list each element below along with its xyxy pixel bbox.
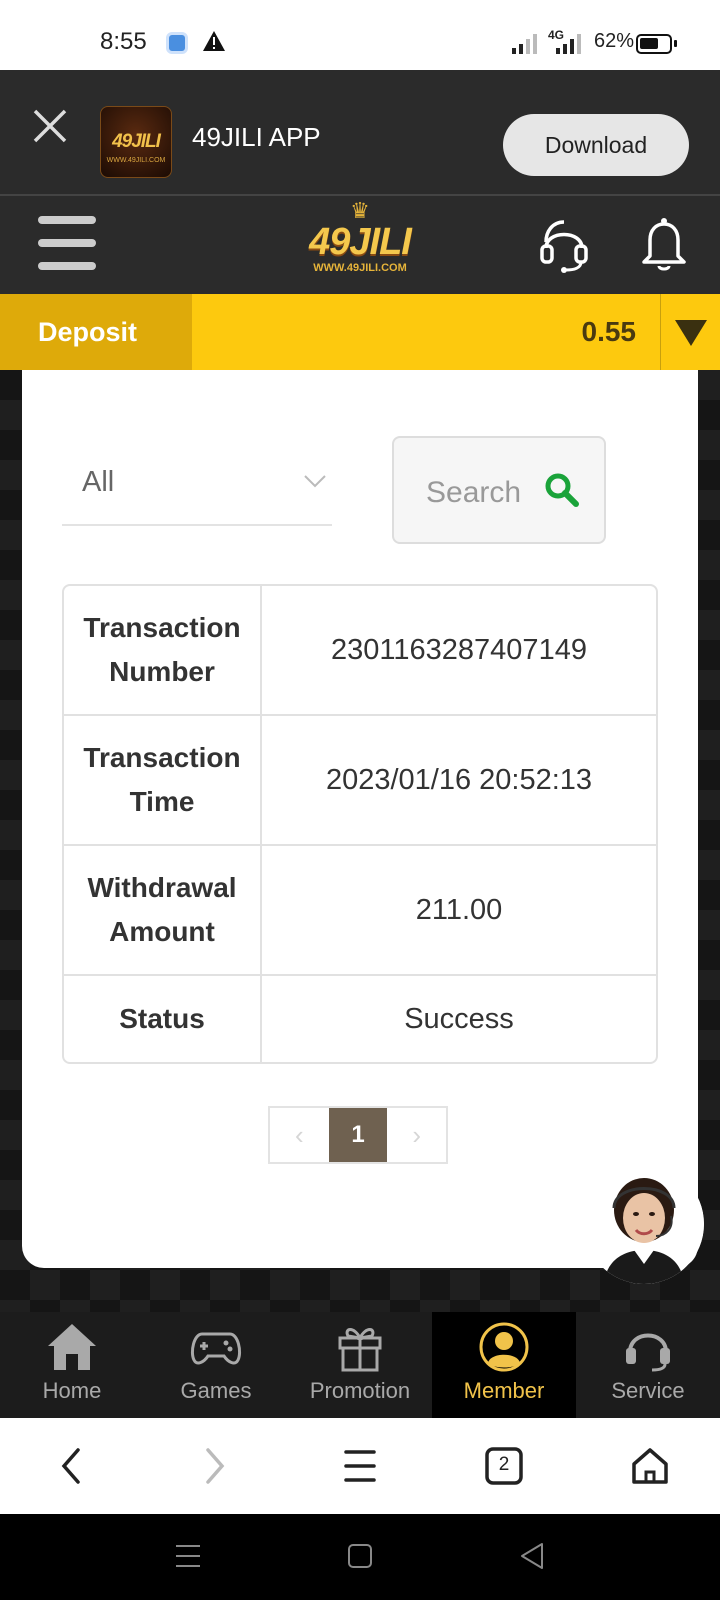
agent-avatar-icon	[584, 1164, 704, 1284]
site-logo-text: 49JILI	[309, 221, 412, 263]
row-label: Withdrawal Amount	[64, 846, 262, 974]
signal-icon	[512, 34, 537, 54]
table-row: Transaction Number 2301163287407149	[64, 586, 656, 716]
deposit-bar: Deposit 0.55	[0, 294, 720, 370]
row-label: Status	[64, 976, 262, 1062]
row-label: Transaction Number	[64, 586, 262, 714]
site-logo-url: WWW.49JILI.COM	[313, 262, 407, 274]
home-browser-icon[interactable]	[626, 1442, 674, 1490]
nav-member-label: Member	[463, 1378, 545, 1403]
balance-dropdown-icon[interactable]	[660, 294, 720, 370]
bottom-navigation: Home Games Promotion Member Service	[0, 1312, 720, 1418]
nav-service[interactable]: Service	[576, 1312, 720, 1418]
signal-icon-2	[556, 34, 581, 54]
app-logo: 49JILI WWW.49JILI.COM	[100, 106, 172, 178]
nav-games[interactable]: Games	[144, 1312, 288, 1418]
battery-icon	[636, 34, 677, 54]
nav-member[interactable]: Member	[432, 1312, 576, 1418]
withdrawal-amount-value: 211.00	[415, 893, 503, 926]
browser-toolbar: 2	[0, 1418, 720, 1514]
gamepad-icon	[190, 1332, 242, 1365]
nav-home[interactable]: Home	[0, 1312, 144, 1418]
wallet-balance: 0.55	[581, 316, 637, 347]
nav-games-label: Games	[180, 1378, 252, 1403]
nav-promotion[interactable]: Promotion	[288, 1312, 432, 1418]
back-icon[interactable]	[48, 1442, 96, 1490]
status-value: Success	[404, 1002, 514, 1035]
row-label: Transaction Time	[64, 716, 262, 844]
nav-service-label: Service	[611, 1378, 685, 1403]
forward-icon[interactable]	[190, 1442, 238, 1490]
search-label: Search	[426, 476, 522, 509]
tab-count: 2	[498, 1454, 510, 1475]
crown-icon: ♛	[350, 198, 370, 223]
deposit-button[interactable]: Deposit	[0, 294, 192, 370]
menu-list-icon[interactable]	[336, 1442, 384, 1490]
customer-service-avatar[interactable]	[584, 1164, 704, 1284]
headset-icon	[626, 1333, 670, 1372]
transaction-number-value: 2301163287407149	[331, 633, 587, 666]
tabs-button[interactable]: 2	[480, 1442, 528, 1490]
search-icon	[545, 473, 579, 507]
current-page-button[interactable]: 1	[328, 1108, 388, 1162]
chevron-down-icon	[304, 475, 326, 488]
back-nav-icon[interactable]	[516, 1540, 548, 1572]
pagination: ‹ 1 ›	[268, 1106, 448, 1164]
notification-bell-icon[interactable]	[640, 216, 688, 272]
support-headset-icon[interactable]	[538, 218, 590, 274]
close-icon[interactable]	[32, 108, 68, 144]
transaction-card: All Search Transaction Number 2301163287…	[22, 370, 698, 1268]
app-logo-text: 49JILI	[112, 131, 161, 152]
home-icon	[48, 1324, 96, 1370]
app-name: 49JILI APP	[192, 122, 321, 152]
nav-home-label: Home	[42, 1378, 102, 1403]
recents-icon[interactable]	[172, 1540, 204, 1572]
transaction-type-select[interactable]: All	[62, 434, 332, 526]
app-logo-url: WWW.49JILI.COM	[106, 157, 166, 164]
search-button[interactable]: Search	[392, 436, 606, 544]
status-time: 8:55	[100, 28, 147, 55]
table-row: Status Success	[64, 976, 656, 1062]
prev-page-button[interactable]: ‹	[270, 1108, 329, 1162]
home-nav-icon[interactable]	[344, 1540, 376, 1572]
gift-icon	[338, 1328, 382, 1372]
menu-icon[interactable]	[38, 216, 96, 272]
nav-promotion-label: Promotion	[309, 1378, 411, 1403]
selected-filter-value: All	[82, 466, 115, 498]
app-notification-icon	[166, 32, 188, 54]
battery-percentage: 62%	[594, 30, 635, 52]
table-row: Withdrawal Amount 211.00	[64, 846, 656, 976]
site-logo[interactable]: ♛ 49JILI WWW.49JILI.COM	[290, 200, 430, 292]
system-navigation	[0, 1514, 720, 1600]
next-page-button[interactable]: ›	[387, 1108, 446, 1162]
transaction-details-table: Transaction Number 2301163287407149 Tran…	[62, 584, 658, 1064]
warning-icon	[203, 31, 225, 51]
site-header: ♛ 49JILI WWW.49JILI.COM	[0, 196, 720, 294]
member-icon	[479, 1322, 529, 1372]
download-button[interactable]: Download	[503, 114, 689, 176]
app-download-banner: 49JILI WWW.49JILI.COM 49JILI APP Downloa…	[0, 70, 720, 196]
status-bar: 8:55 4G 62%	[0, 0, 720, 70]
transaction-time-value: 2023/01/16 20:52:13	[325, 763, 593, 796]
table-row: Transaction Time 2023/01/16 20:52:13	[64, 716, 656, 846]
